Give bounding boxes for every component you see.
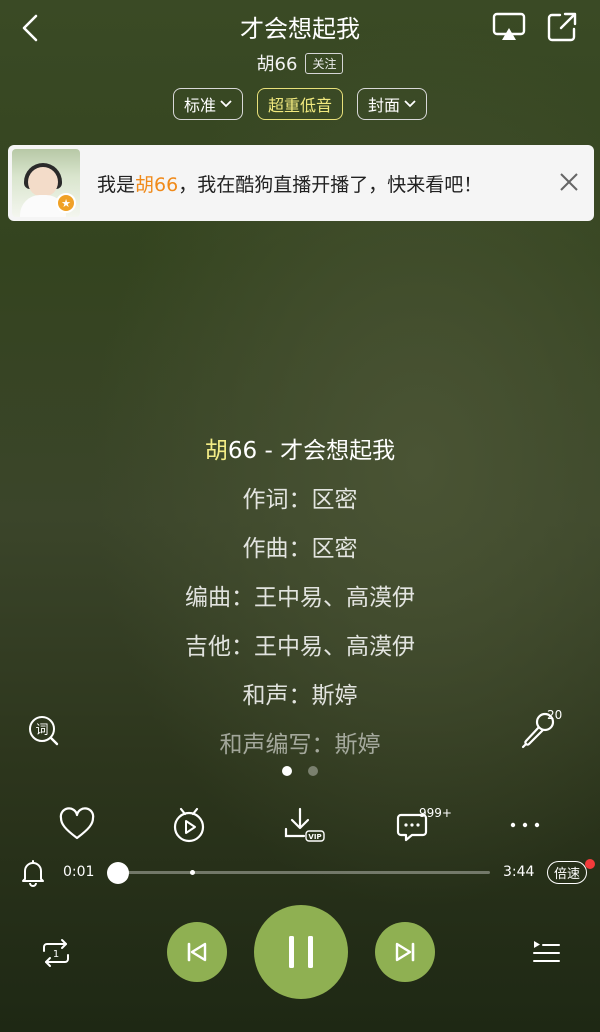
svg-text:VIP: VIP xyxy=(308,833,321,841)
share-button[interactable] xyxy=(544,9,580,45)
playlist-button[interactable] xyxy=(528,935,564,971)
star-icon: ★ xyxy=(56,193,76,213)
cast-icon xyxy=(492,12,526,40)
svg-text:词: 词 xyxy=(35,723,48,738)
chevron-down-icon xyxy=(220,100,232,108)
close-icon xyxy=(560,173,578,191)
more-button[interactable] xyxy=(505,805,545,845)
progress-handle[interactable] xyxy=(107,862,130,884)
lyric-line: 胡66 - 才会想起我 xyxy=(204,438,396,464)
lyrics-panel[interactable]: 胡66 - 才会想起我 作词：区密 作曲：区密 编曲：王中易、高漠伊 吉他：王中… xyxy=(0,430,600,773)
skip-previous-icon xyxy=(187,942,207,962)
live-banner[interactable]: ★ 我是胡66，我在酷狗直播开播了，快来看吧！ xyxy=(8,145,594,221)
lyric-line: 作词：区密 xyxy=(242,487,358,513)
more-icon xyxy=(510,822,540,828)
download-button[interactable]: VIP xyxy=(282,805,325,845)
lyric-line: 作曲：区密 xyxy=(242,536,358,562)
heart-icon xyxy=(59,807,95,840)
video-icon xyxy=(173,807,205,843)
page-dot xyxy=(308,766,318,776)
comment-count: 999+ xyxy=(419,806,452,820)
sleep-timer-button[interactable] xyxy=(18,858,48,888)
cover-chip[interactable]: 封面 xyxy=(357,88,428,120)
download-vip-icon: VIP xyxy=(284,807,325,842)
like-button[interactable] xyxy=(57,805,97,845)
close-button[interactable] xyxy=(556,169,582,195)
previous-button[interactable] xyxy=(167,922,227,982)
lyric-line: 和声：斯婷 xyxy=(242,683,358,709)
page-dot xyxy=(282,766,292,776)
cover-label: 封面 xyxy=(368,96,401,115)
lyric-line: 吉他：王中易、高漠伊 xyxy=(185,634,415,660)
quality-label: 标准 xyxy=(183,96,216,115)
playlist-icon xyxy=(533,941,560,962)
sound-effect-chip[interactable]: 超重低音 xyxy=(256,88,343,120)
speed-button[interactable]: 倍速 xyxy=(547,861,588,884)
share-icon xyxy=(547,12,577,42)
audio-options: 标准 超重低音 封面 xyxy=(0,88,600,120)
total-time: 3:44 xyxy=(503,864,535,880)
follow-button[interactable]: 关注 xyxy=(305,52,344,74)
streamer-avatar: ★ xyxy=(12,149,80,217)
repeat-one-icon: 1 xyxy=(43,939,69,967)
sound-effect-label: 超重低音 xyxy=(267,96,332,115)
buffer-marker xyxy=(190,870,195,875)
notification-dot xyxy=(585,859,595,869)
artist-name[interactable]: 胡66 xyxy=(257,50,298,76)
artist-row: 胡66 关注 xyxy=(0,50,600,76)
current-time: 0:01 xyxy=(63,864,95,880)
lyrics-icon: 词 xyxy=(29,716,59,746)
karaoke-count: 20 xyxy=(547,708,563,722)
pause-button[interactable] xyxy=(254,905,348,999)
play-mode-button[interactable]: 1 xyxy=(38,935,74,971)
mv-button[interactable] xyxy=(169,805,209,845)
banner-text: 我是胡66，我在酷狗直播开播了，快来看吧！ xyxy=(97,174,483,196)
page-indicator xyxy=(0,766,600,776)
lyric-line: 编曲：王中易、高漠伊 xyxy=(185,585,415,611)
skip-next-icon xyxy=(395,942,415,962)
cast-button[interactable] xyxy=(490,10,528,44)
pause-icon xyxy=(289,936,313,968)
progress-track[interactable] xyxy=(117,871,490,874)
quality-chip[interactable]: 标准 xyxy=(172,88,243,120)
next-button[interactable] xyxy=(375,922,435,982)
bell-icon xyxy=(22,860,44,887)
chevron-down-icon xyxy=(404,100,416,108)
lyric-mode-button[interactable]: 词 xyxy=(26,713,60,747)
svg-text:1: 1 xyxy=(53,949,59,960)
